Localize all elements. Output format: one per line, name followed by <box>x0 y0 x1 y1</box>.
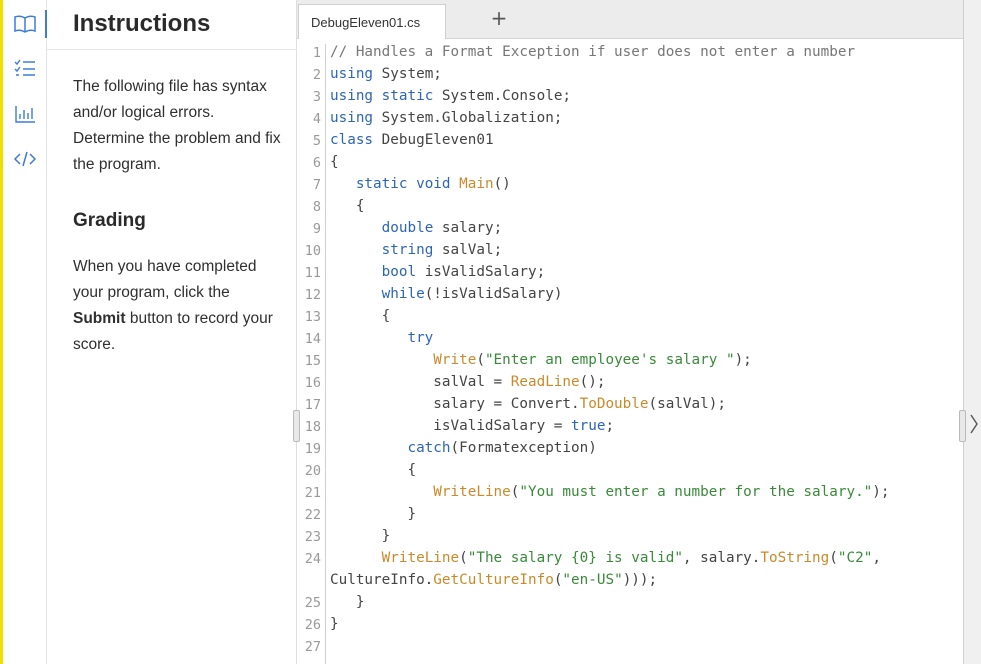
line-number: 21 <box>304 485 321 501</box>
code-line: static void Main() <box>355 176 511 192</box>
line-number: 12 <box>304 287 321 303</box>
line-number: 19 <box>304 441 321 457</box>
icon-rail <box>3 0 47 664</box>
code-editor: DebugEleven01.cs + 1 2 3 4 5 6 7 8 9 10 11 12 13 14 15… <box>297 0 963 664</box>
line-number: 27 <box>304 639 321 655</box>
editor-resize-handle[interactable] <box>959 410 966 442</box>
code-line: using static System.Console; <box>330 88 572 104</box>
grading-text-before: When you have completed your program, cl… <box>73 258 257 301</box>
book-icon <box>14 15 36 33</box>
code-line: string salVal; <box>381 242 503 258</box>
line-number: 18 <box>304 419 321 435</box>
code-line: try <box>407 330 434 346</box>
line-number: 11 <box>304 265 321 281</box>
line-number: 20 <box>304 463 321 479</box>
code-tab[interactable] <box>3 139 47 179</box>
code-line: salVal = ReadLine(); <box>330 374 606 390</box>
line-number: 1 <box>312 45 321 61</box>
code-line: WriteLine("You must enter a number for t… <box>433 484 890 500</box>
code-icon <box>13 150 37 168</box>
line-number: 24 <box>304 551 321 567</box>
line-number: 14 <box>304 331 321 347</box>
submit-keyword: Submit <box>73 310 126 327</box>
grading-text: When you have completed your program, cl… <box>73 254 285 358</box>
right-panel-strip <box>963 0 981 664</box>
code-line: class DebugEleven01 <box>330 132 494 148</box>
file-tab-label: DebugEleven01.cs <box>311 14 421 30</box>
code-line: } <box>330 616 339 632</box>
code-area[interactable]: 1 2 3 4 5 6 7 8 9 10 11 12 13 14 15 16 17 18 19 20 21 22 23 24 2… <box>297 44 963 664</box>
line-number: 25 <box>304 595 321 611</box>
line-number: 23 <box>304 529 321 545</box>
line-number: 6 <box>312 155 321 171</box>
line-number: 22 <box>304 507 321 523</box>
code-line: { <box>330 198 365 214</box>
code-line: Write("Enter an employee's salary "); <box>433 352 752 368</box>
panel-title: Instructions <box>73 10 211 37</box>
editor-tab-bar: DebugEleven01.cs + <box>297 0 963 39</box>
line-number: 10 <box>304 243 321 259</box>
instructions-text: The following file has syntax and/or log… <box>73 78 281 173</box>
file-tab[interactable]: DebugEleven01.cs <box>298 4 446 39</box>
line-number: 13 <box>304 309 321 325</box>
code-line: } <box>330 506 417 522</box>
instructions-body: The following file has syntax and/or log… <box>73 74 285 358</box>
code-line: // Handles a Format Exception if user do… <box>330 44 856 60</box>
code-line: { <box>330 154 339 170</box>
code-line: CultureInfo.GetCultureInfo("en-US"))); <box>330 572 658 588</box>
checklist-tab[interactable] <box>3 48 47 88</box>
chevron-right-icon <box>969 413 979 439</box>
code-line: using System.Globalization; <box>330 110 563 126</box>
code-line: } <box>330 594 365 610</box>
code-line: { <box>330 462 417 478</box>
checklist-icon <box>14 59 36 77</box>
line-number: 2 <box>312 67 321 83</box>
expand-panel-button[interactable] <box>967 414 981 438</box>
code-line: double salary; <box>381 220 503 236</box>
instructions-panel: Instructions The following file has synt… <box>47 0 297 664</box>
line-number: 5 <box>312 133 321 149</box>
panel-resize-handle[interactable] <box>293 410 300 442</box>
line-number: 8 <box>312 199 321 215</box>
line-number: 9 <box>312 221 321 237</box>
line-number: 26 <box>304 617 321 633</box>
grading-heading: Grading <box>73 210 146 231</box>
line-number: 4 <box>312 111 321 127</box>
code-line: WriteLine("The salary {0} is valid", sal… <box>381 550 881 566</box>
panel-header: Instructions <box>47 0 297 50</box>
code-line: salary = Convert.ToDouble(salVal); <box>330 396 726 412</box>
add-file-button[interactable]: + <box>487 6 511 30</box>
code-line: } <box>330 528 391 544</box>
code-line: isValidSalary = true; <box>330 418 615 434</box>
code-line: bool isValidSalary; <box>381 264 546 280</box>
code-line: while(!isValidSalary) <box>381 286 563 302</box>
code-line: using System; <box>330 66 442 82</box>
grades-tab[interactable] <box>3 94 47 134</box>
bar-chart-icon <box>14 105 36 123</box>
instructions-tab[interactable] <box>3 4 47 44</box>
line-number: 3 <box>312 89 321 105</box>
code-line: { <box>330 308 391 324</box>
line-number: 7 <box>312 177 321 193</box>
line-number: 17 <box>304 397 321 413</box>
line-number: 16 <box>304 375 321 391</box>
code-line: catch(Formatexception) <box>407 440 597 456</box>
line-number: 15 <box>304 353 321 369</box>
line-number-gutter: 1 2 3 4 5 6 7 8 9 10 11 12 13 14 15 16 17 18 19 20 21 22 23 24 2… <box>297 44 326 664</box>
